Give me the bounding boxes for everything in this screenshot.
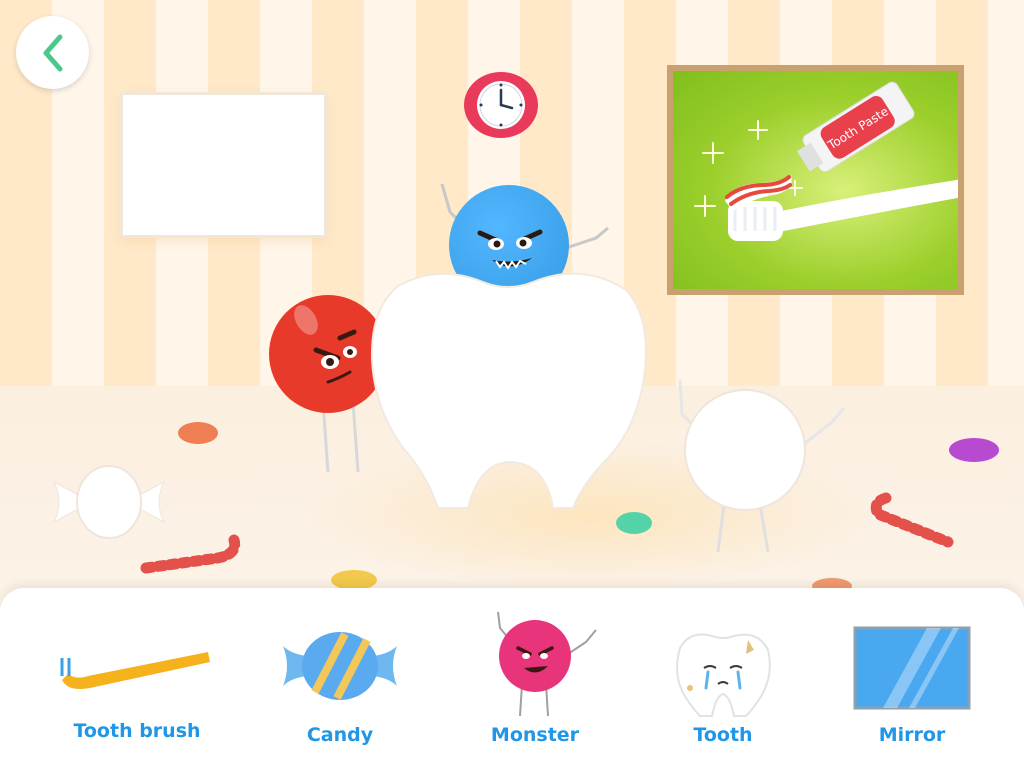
orange-jellybean bbox=[178, 422, 218, 444]
green-jellybean bbox=[616, 512, 652, 534]
empty-picture-frame-slot[interactable] bbox=[120, 92, 327, 238]
toolbar-label: Mirror bbox=[878, 724, 946, 746]
candy-cane-right bbox=[870, 492, 954, 548]
mirror-icon bbox=[853, 626, 971, 710]
toothbrush-icon bbox=[60, 652, 210, 689]
candy-cane-left bbox=[140, 534, 241, 574]
crying-tooth-icon bbox=[676, 633, 771, 717]
toolbar-label: Candy bbox=[306, 724, 374, 746]
chevron-left-icon bbox=[43, 34, 62, 71]
purple-jellybean bbox=[949, 438, 999, 462]
toothpaste-poster: Tooth Paste bbox=[667, 65, 964, 295]
toothbrush-toothpaste-illustration: Tooth Paste bbox=[694, 81, 958, 241]
toolbar-label: Tooth bbox=[693, 724, 753, 746]
item-toolbar: Tooth brush Candy Monster Tooth Mirror bbox=[0, 588, 1024, 768]
toolbar-item-tooth[interactable]: Tooth bbox=[628, 588, 818, 768]
toolbar-item-monster[interactable]: Monster bbox=[440, 588, 630, 768]
monster-icon bbox=[497, 611, 597, 717]
toolbar-item-mirror[interactable]: Mirror bbox=[817, 588, 1007, 768]
monster-placeholder-slot[interactable] bbox=[676, 374, 850, 556]
wall-clock-icon bbox=[464, 72, 538, 138]
back-button[interactable] bbox=[16, 16, 89, 89]
toolbar-label: Tooth brush bbox=[73, 720, 201, 742]
candy-icon bbox=[283, 632, 397, 700]
toolbar-item-candy[interactable]: Candy bbox=[245, 588, 435, 768]
toolbar-label: Monster bbox=[490, 724, 580, 746]
yellow-jellybean bbox=[331, 570, 377, 590]
big-tooth-target[interactable] bbox=[368, 268, 650, 513]
toolbar-item-toothbrush[interactable]: Tooth brush bbox=[42, 588, 232, 768]
